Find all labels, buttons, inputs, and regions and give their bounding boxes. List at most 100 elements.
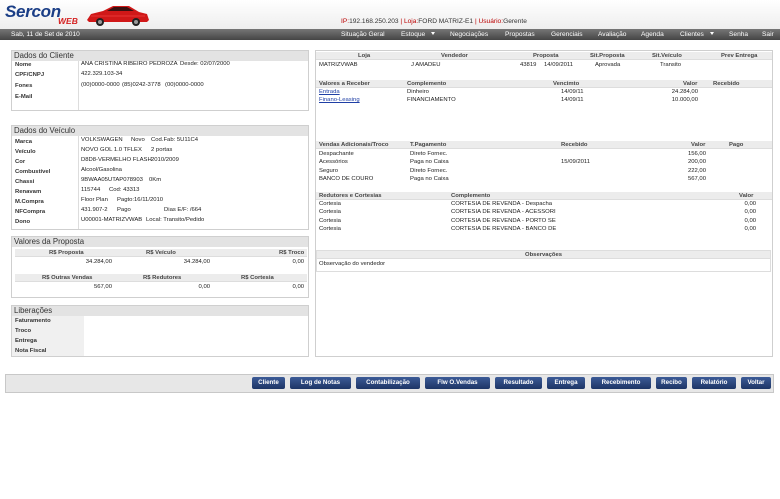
recebimento-button[interactable]: Recebimento <box>591 377 651 389</box>
nav-sair[interactable]: Sair <box>762 31 774 38</box>
pago-header: Pago <box>729 142 744 148</box>
vendas-pagto-2: Paga no Caixa <box>410 159 449 165</box>
proposta-header: Proposta <box>533 53 559 59</box>
rs-outras-vendas-header: R$ Outras Vendas <box>42 275 93 281</box>
nav-estoque-label: Estoque <box>401 30 426 38</box>
session-info: IP:192.168.250.203 | Loja:FORD MATRIZ-E1… <box>341 18 527 25</box>
receber-vencimto-1: 14/09/11 <box>561 89 584 95</box>
voltar-button[interactable]: Voltar <box>741 377 771 389</box>
vendas-item-2: Acessórios <box>319 159 348 165</box>
chevron-down-icon <box>431 31 436 35</box>
nav-agenda[interactable]: Agenda <box>641 31 664 38</box>
finano-leasing-link[interactable]: Finano-Leasing <box>319 97 360 103</box>
nav-avaliacao[interactable]: Avaliação <box>598 31 626 38</box>
usuario-label: Usuário: <box>478 18 504 25</box>
tpagamento-header: T.Pagamento <box>410 142 447 148</box>
chevron-down-icon <box>709 31 714 35</box>
vendas-item-3: Seguro <box>319 168 338 174</box>
redutor-tipo-4: Cortesia <box>319 226 341 232</box>
vendas-item-1: Despachante <box>319 151 354 157</box>
header-bar <box>316 80 772 88</box>
redutor-comp-2: CORTESIA DE REVENDA - ACESSORI <box>451 209 556 215</box>
entrada-link[interactable]: Entrada <box>319 89 340 95</box>
contabilizacao-button[interactable]: Contabilização <box>356 377 420 389</box>
nfcompra-label: NFCompra <box>15 209 46 215</box>
receber-vencimto-2: 14/09/11 <box>561 97 584 103</box>
loja-header: Loja <box>358 53 371 59</box>
fone3-value: (00)0000-0000 <box>165 82 204 88</box>
usuario-value: Gerente <box>503 18 527 25</box>
km-value: 0Km <box>149 177 162 183</box>
observacoes-header: Observações <box>525 252 563 258</box>
nav-senha[interactable]: Senha <box>729 31 748 38</box>
redutores-header: Redutores e Cortesias <box>319 193 382 199</box>
rs-outras-vendas-value: 567,00 <box>93 284 112 290</box>
recebido-header: Recebido <box>713 81 740 87</box>
vendas-pagto-1: Direto Fornec. <box>410 151 448 157</box>
pago-value: Pago <box>117 207 131 213</box>
header-bar <box>316 192 772 200</box>
relatorio-button[interactable]: Relatório <box>692 377 736 389</box>
combustivel-value: Alcool/Gasolina <box>81 167 122 173</box>
nav-negociacoes[interactable]: Negociações <box>450 31 488 38</box>
current-date: Sab, 11 de Set de 2010 <box>11 30 80 38</box>
valores-title: Valores da Proposta <box>12 237 308 247</box>
receber-complemento-2: FINANCIAMENTO <box>407 97 456 103</box>
vendas-pagto-4: Paga no Caixa <box>410 176 449 182</box>
entrega-label: Entrega <box>15 338 37 344</box>
resultado-button[interactable]: Resultado <box>495 377 542 389</box>
vendas-valor-3: 222,00 <box>687 168 706 174</box>
redutores-complemento-header: Complemento <box>451 193 491 199</box>
nav-estoque[interactable]: Estoque <box>401 30 436 38</box>
faturamento-label: Faturamento <box>15 318 51 324</box>
ano-value: 2010/2009 <box>151 157 179 163</box>
cod-fab: Cod.Fab: 5U11C4 <box>151 137 199 143</box>
valor-header: Valor <box>683 81 698 87</box>
nav-gerenciais[interactable]: Gerenciais <box>551 31 583 38</box>
sit-veiculo-value: Transito <box>660 62 682 68</box>
nav-clientes[interactable]: Clientes <box>680 31 714 38</box>
vendas-pagto-3: Direto Fornec. <box>410 168 448 174</box>
log-de-notas-button[interactable]: Log de Notas <box>290 377 351 389</box>
car-logo-image <box>87 6 149 26</box>
fone2-value: (85)0242-3778 <box>122 82 161 88</box>
chassi-label: Chassi <box>15 179 35 185</box>
receber-valor-1: 24.284,00 <box>671 89 698 95</box>
rs-cortesia-header: R$ Cortesia <box>241 275 274 281</box>
fones-label: Fones <box>15 83 33 89</box>
veiculo-title: Dados do Veículo <box>12 126 308 136</box>
redutor-comp-4: CORTESIA DE REVENDA - BANCO DE <box>451 226 557 232</box>
loja-value: FORD MATRIZ-E1 <box>418 18 474 25</box>
mcompra-value: Floor Plan <box>81 197 108 203</box>
logo-sub: WEB <box>58 16 78 26</box>
vendas-recebido-header: Recebido <box>561 142 588 148</box>
redutor-tipo-3: Cortesia <box>319 218 341 224</box>
dono-label: Dono <box>15 219 31 225</box>
vendas-valor-header: Valor <box>691 142 706 148</box>
marca-label: Marca <box>15 139 33 145</box>
cliente-button[interactable]: Cliente <box>252 377 285 389</box>
rs-redutores-header: R$ Redutores <box>143 275 182 281</box>
vendas-adicionais-header: Vendas Adicionais/Troco <box>319 142 389 148</box>
cliente-title: Dados do Cliente <box>12 51 308 61</box>
renavam-value: 115744 <box>81 187 101 193</box>
nota-fiscal-label: Nota Fiscal <box>15 348 47 354</box>
entrega-button[interactable]: Entrega <box>547 377 585 389</box>
observacoes-text: Observação do vendedor <box>319 261 386 267</box>
flw-ovendas-button[interactable]: Flw O.Vendas <box>425 377 490 389</box>
pagto-value: Pagto:16/11/2010 <box>117 197 164 203</box>
sit-proposta-value: Aprovada <box>595 62 621 68</box>
rs-troco-value: 0,00 <box>292 259 304 265</box>
desde-value: Desde: 02/07/2000 <box>180 61 230 67</box>
chassi-value: 9BWAA05UTAP078903 <box>81 177 143 183</box>
redutor-valor-4: 0,00 <box>744 226 756 232</box>
marca-value: VOLKSWAGEN <box>81 137 123 143</box>
redutor-valor-3: 0,00 <box>744 218 756 224</box>
marca-novo: Novo <box>131 137 145 143</box>
nav-propostas[interactable]: Propostas <box>505 31 535 38</box>
ip-label: IP: <box>341 18 350 25</box>
mcompra-label: M.Compra <box>15 199 44 205</box>
redutor-tipo-1: Cortesia <box>319 201 341 207</box>
nav-situacao-geral[interactable]: Situação Geral <box>341 31 385 38</box>
recibo-button[interactable]: Recibo <box>656 377 687 389</box>
